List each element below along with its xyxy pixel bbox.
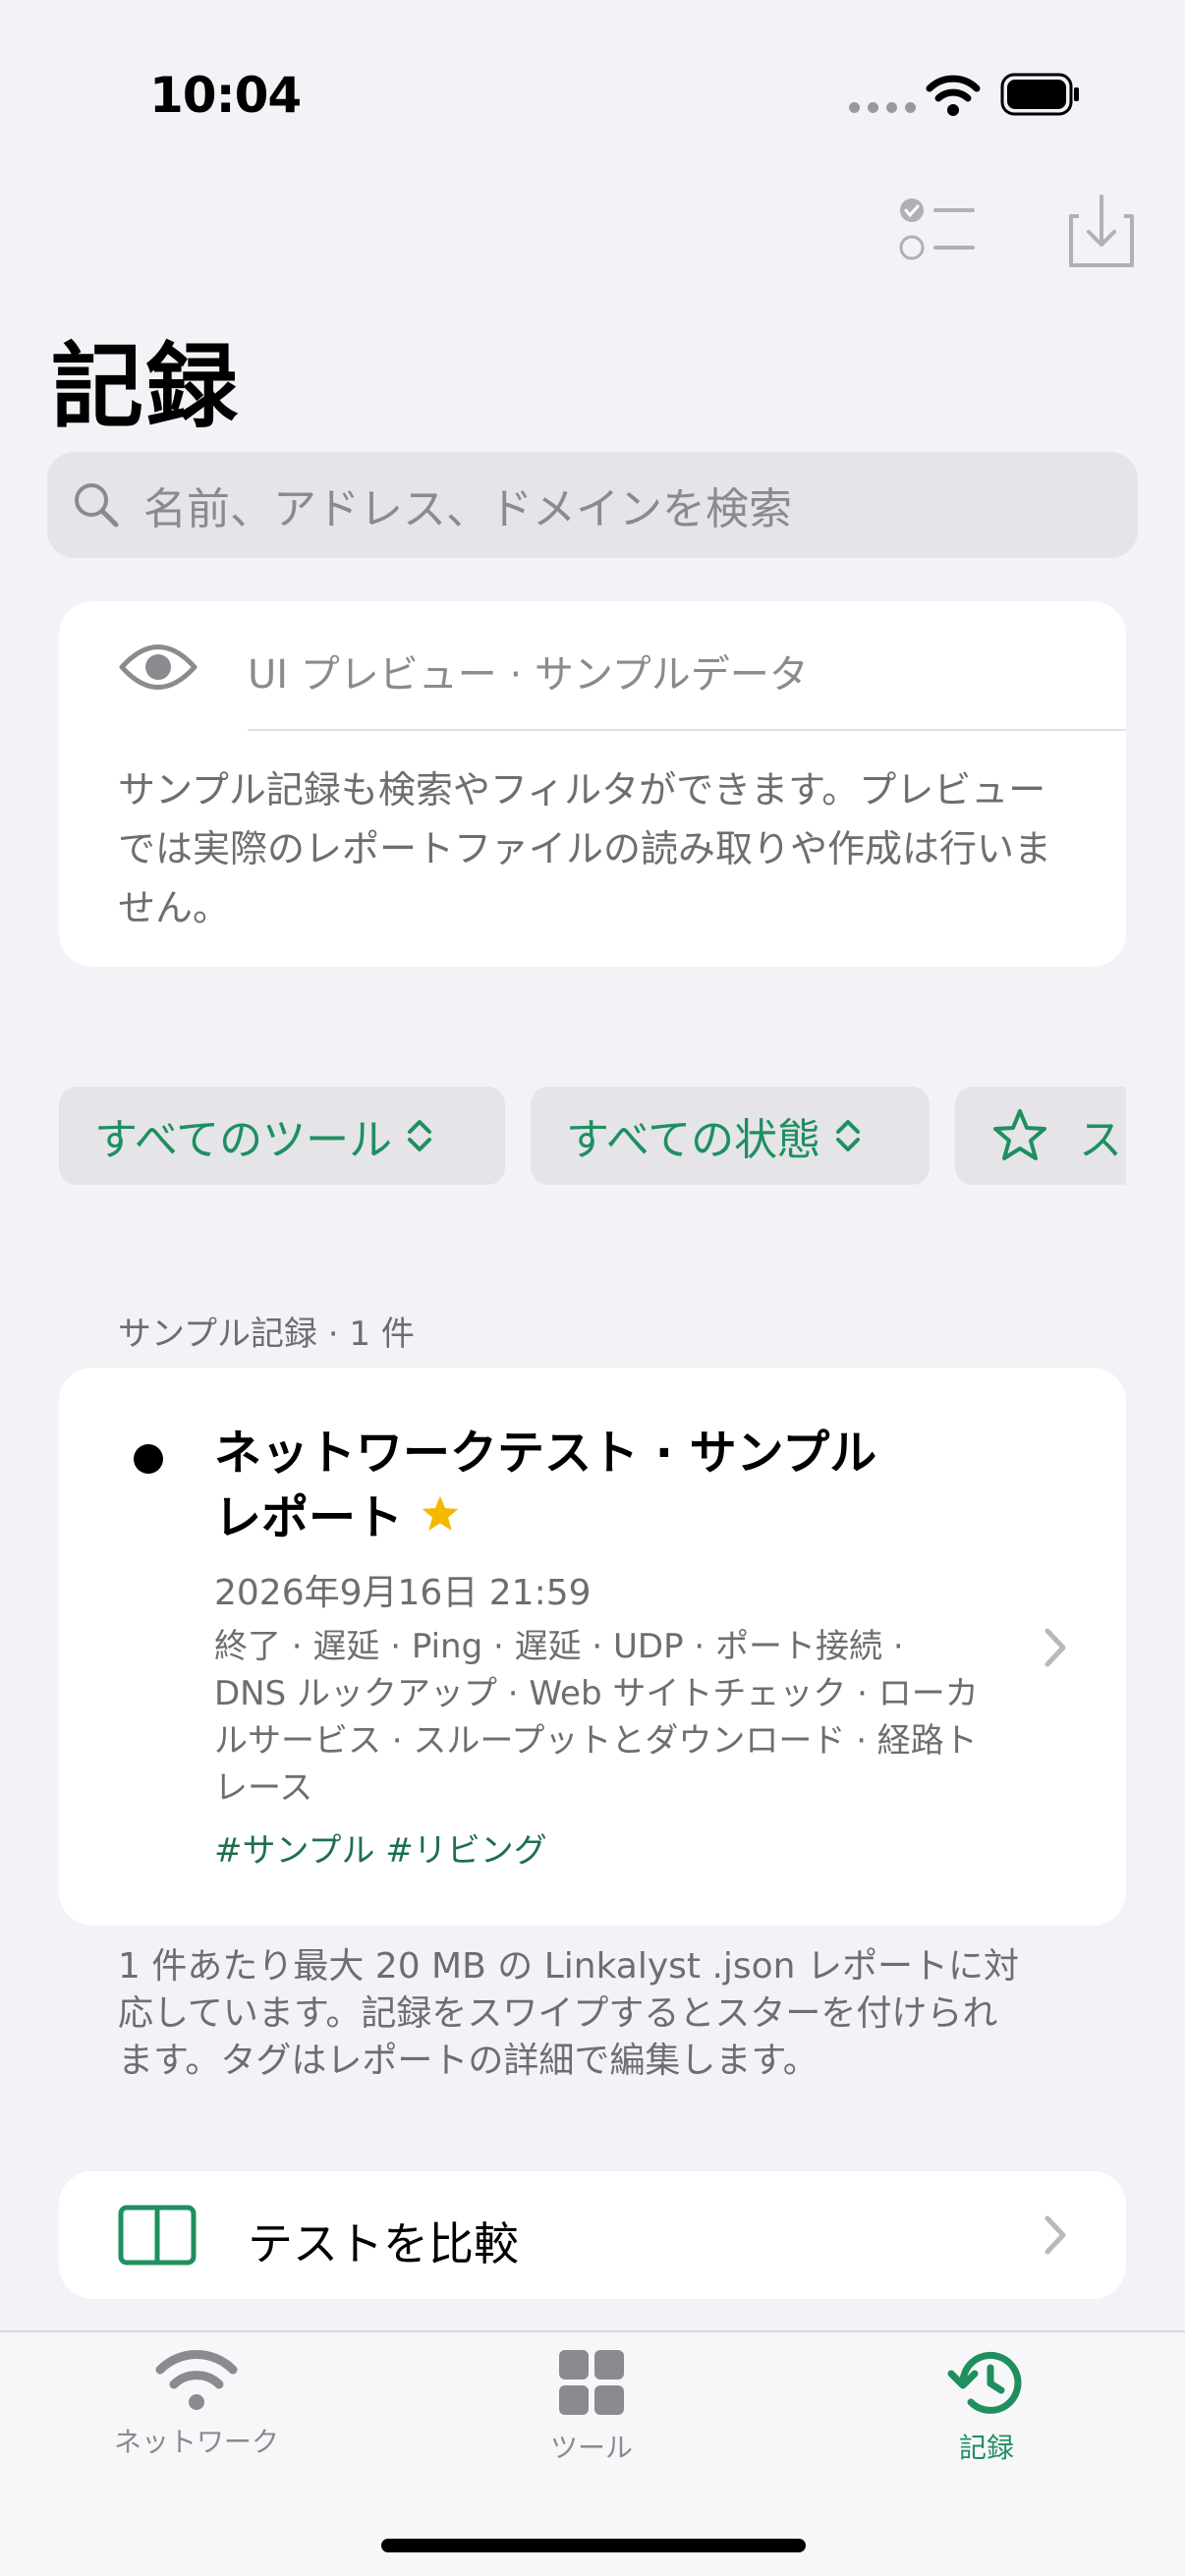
preview-body: サンプル記録も検索やフィルタができます。プレビューでは実際のレポートファイルの読… bbox=[118, 768, 1052, 929]
records-section-label: サンプル記録 · 1 件 bbox=[118, 1315, 415, 1354]
tab-tools-label: ツール bbox=[549, 2432, 633, 2464]
filter-status-label: すべての状態 bbox=[566, 1115, 821, 1165]
filter-tool-label: すべてのツール bbox=[94, 1115, 393, 1165]
preview-title: UI プレビュー · サンプルデータ bbox=[248, 652, 809, 698]
compare-tests-label: テストを比較 bbox=[248, 2217, 519, 2270]
compare-tests-row[interactable] bbox=[59, 2171, 1126, 2299]
filter-starred-label: ス bbox=[1079, 1115, 1122, 1165]
record-title: ネットワークテスト · サンプルレポート bbox=[214, 1421, 922, 1550]
compare-icon bbox=[118, 2205, 197, 2266]
home-indicator bbox=[381, 2539, 806, 2552]
import-icon[interactable] bbox=[1057, 187, 1146, 275]
tab-network[interactable]: ネットワーク bbox=[69, 2348, 324, 2460]
grid-icon bbox=[559, 2350, 624, 2415]
star-outline-icon bbox=[993, 1109, 1046, 1160]
screen: 10:04 記録 名前、アドレス、ドメインを検索 UI プレビュー · サンプル… bbox=[0, 0, 1185, 2576]
chevron-updown-icon bbox=[408, 1120, 432, 1151]
filter-starred-chip[interactable]: ス bbox=[955, 1087, 1126, 1185]
record-tags: #サンプル #リビング bbox=[214, 1831, 547, 1871]
wifi-icon bbox=[155, 2350, 238, 2410]
preview-divider bbox=[248, 729, 1126, 731]
star-filled-icon bbox=[422, 1495, 459, 1531]
history-icon bbox=[947, 2351, 1022, 2414]
battery-icon bbox=[1000, 73, 1079, 116]
record-tools: 終了 · 遅延 · Ping · 遅延 · UDP · ポート接続 · DNS … bbox=[214, 1627, 979, 1808]
tab-tools[interactable]: ツール bbox=[464, 2348, 719, 2466]
search-placeholder: 名前、アドレス、ドメインを検索 bbox=[143, 484, 792, 534]
chevron-right-icon bbox=[1044, 1628, 1066, 1667]
search-icon bbox=[75, 483, 119, 528]
search-field[interactable]: 名前、アドレス、ドメインを検索 bbox=[47, 452, 1138, 558]
unread-dot bbox=[134, 1444, 163, 1474]
select-list-icon[interactable] bbox=[890, 187, 979, 275]
tab-network-label: ネットワーク bbox=[113, 2426, 279, 2458]
page-title: 記録 bbox=[51, 334, 241, 441]
status-time: 10:04 bbox=[149, 67, 302, 124]
tab-records[interactable]: 記録 bbox=[859, 2348, 1114, 2466]
eye-icon bbox=[119, 644, 198, 690]
chevron-right-icon bbox=[1044, 2215, 1066, 2255]
record-title-text: ネットワークテスト · サンプルレポート bbox=[214, 1426, 877, 1545]
filter-status-chip[interactable]: すべての状態 bbox=[531, 1087, 930, 1185]
wifi-status-icon bbox=[926, 75, 981, 116]
records-footnote: 1 件あたり最大 20 MB の Linkalyst .json レポートに対応… bbox=[118, 1946, 1019, 2081]
filter-tool-chip[interactable]: すべてのツール bbox=[59, 1087, 505, 1185]
chevron-updown-icon bbox=[836, 1120, 861, 1151]
cellular-dots-icon bbox=[849, 102, 916, 113]
tab-records-label: 記録 bbox=[958, 2432, 1014, 2464]
record-date: 2026年9月16日 21:59 bbox=[214, 1573, 592, 1613]
